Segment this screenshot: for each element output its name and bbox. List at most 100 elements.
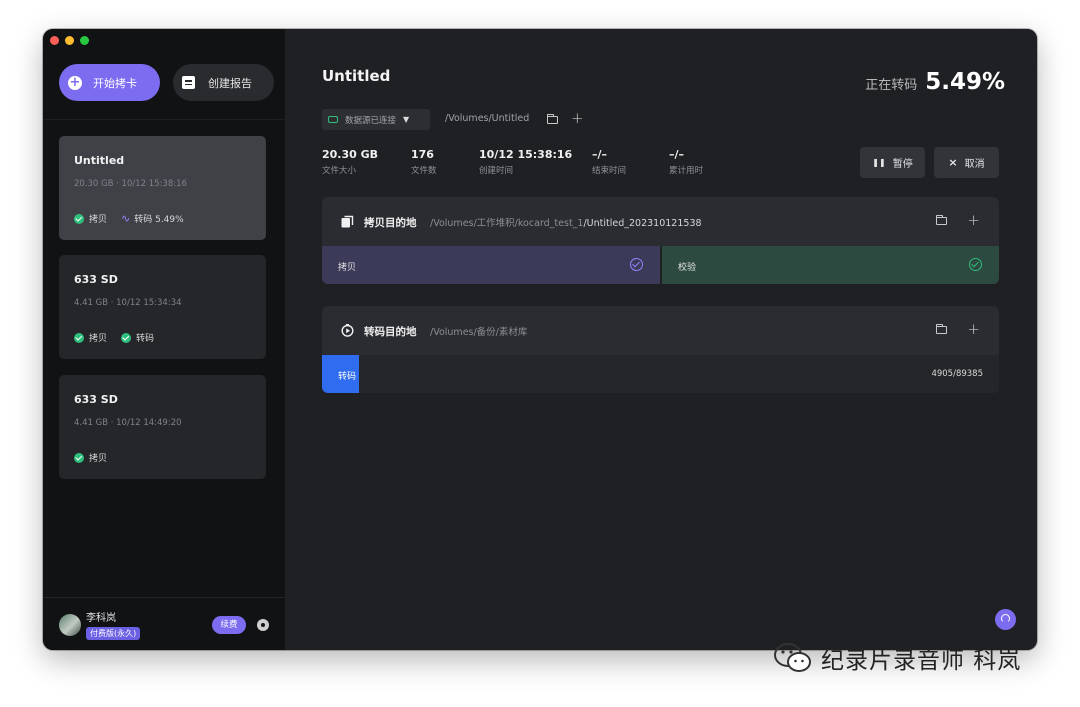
job-card-untitled[interactable]: Untitled 20.30 GB · 10/12 15:38:16 拷贝 ∿ …	[59, 136, 266, 240]
stat-file-size: 20.30 GB 文件大小	[322, 148, 378, 176]
renew-button[interactable]: 续费	[212, 616, 246, 634]
start-copy-button[interactable]: + 开始拷卡	[59, 64, 160, 101]
folder-icon[interactable]	[547, 114, 558, 124]
stat-created: 10/12 15:38:16 创建时间	[479, 148, 572, 176]
stat-label: 文件数	[411, 166, 437, 176]
close-window-icon[interactable]	[50, 36, 59, 45]
sidebar: + 开始拷卡 创建报告 Untitled 20.30 GB · 10/12 15…	[43, 29, 285, 650]
job-card-633sd-2[interactable]: 633 SD 4.41 GB · 10/12 14:49:20 拷贝	[59, 375, 266, 479]
copy-step-label: 拷贝	[338, 263, 357, 273]
pause-icon: ❚❚	[872, 158, 886, 167]
stat-value: 176	[411, 148, 434, 161]
job-card-status: 拷贝	[74, 451, 107, 464]
zoom-window-icon[interactable]	[80, 36, 89, 45]
copy-destination-panel: 拷贝目的地 /Volumes/工作堆积/kocard_test_1/Untitl…	[322, 197, 999, 284]
folder-icon[interactable]	[936, 215, 947, 225]
check-circle-icon	[969, 258, 982, 271]
stat-label: 创建时间	[479, 166, 514, 176]
folder-icon[interactable]	[936, 324, 947, 334]
stat-value: –/–	[669, 148, 685, 161]
status-copy-label: 拷贝	[89, 334, 108, 344]
document-icon	[182, 76, 195, 89]
stat-ended: –/– 结束时间	[592, 148, 626, 176]
source-status-dropdown[interactable]: 数据源已连接 ▼	[322, 109, 430, 130]
source-status-label: 数据源已连接	[345, 115, 397, 126]
copy-path-prefix: /Volumes/工作堆积/kocard_test_1	[430, 218, 584, 229]
check-circle-icon	[74, 452, 84, 463]
create-report-label: 创建报告	[208, 76, 252, 90]
cancel-button[interactable]: × 取消	[934, 147, 999, 178]
status-copy-label: 拷贝	[89, 454, 108, 464]
check-circle-icon	[74, 213, 84, 224]
copy-destination-header: 拷贝目的地 /Volumes/工作堆积/kocard_test_1/Untitl…	[322, 197, 999, 246]
verify-step-label: 校验	[678, 263, 697, 273]
stat-label: 文件大小	[322, 166, 357, 176]
avatar[interactable]	[59, 614, 81, 636]
user-divider	[43, 597, 285, 598]
transcode-destination-panel: 转码目的地 /Volumes/备份/素材库 + 转码 4905/89385	[322, 306, 999, 393]
caret-down-icon: ▼	[403, 115, 410, 124]
copy-icon	[341, 215, 354, 228]
copy-path-suffix: /Untitled_202310121538	[583, 218, 702, 229]
minimize-window-icon[interactable]	[65, 36, 74, 45]
stat-elapsed: –/– 累计用时	[669, 148, 703, 176]
status-transcode-label: 转码	[136, 334, 155, 344]
job-card-title: 633 SD	[74, 273, 118, 286]
transcode-progress-bar: 转码 4905/89385	[322, 355, 999, 393]
create-report-button[interactable]: 创建报告	[173, 64, 274, 101]
copy-destination-title: 拷贝目的地	[364, 217, 417, 229]
sidebar-divider	[43, 119, 285, 120]
app-window: + 开始拷卡 创建报告 Untitled 20.30 GB · 10/12 15…	[43, 29, 1037, 650]
copy-destination-path: /Volumes/工作堆积/kocard_test_1/Untitled_202…	[430, 215, 702, 229]
copy-steps-row: 拷贝 校验	[322, 246, 999, 284]
progress-value: 5.49%	[925, 69, 1005, 95]
wechat-icon	[774, 643, 811, 672]
stat-value: 10/12 15:38:16	[479, 148, 573, 161]
user-name: 李科岚	[86, 613, 116, 624]
stat-file-count: 176 文件数	[411, 148, 437, 176]
job-card-title: Untitled	[74, 154, 125, 167]
status-transcode-label: 转码 5.49%	[134, 215, 184, 225]
main-panel: Untitled 正在转码 5.49% 数据源已连接 ▼ /Volumes/Un…	[285, 29, 1037, 650]
watermark-text: 纪录片录音师 科岚	[821, 648, 1022, 674]
gear-icon[interactable]	[257, 619, 269, 631]
stat-label: 累计用时	[669, 166, 704, 176]
transcode-count: 4905/89385	[931, 369, 983, 379]
drive-icon	[328, 116, 338, 123]
transcode-destination-header: 转码目的地 /Volumes/备份/素材库 +	[322, 306, 999, 355]
check-circle-icon	[74, 332, 84, 343]
cancel-label: 取消	[964, 159, 985, 170]
plus-circle-icon: +	[68, 74, 82, 90]
start-copy-label: 开始拷卡	[93, 76, 137, 90]
check-circle-icon	[121, 332, 132, 343]
plus-icon[interactable]: +	[571, 111, 584, 126]
source-path: /Volumes/Untitled	[445, 113, 530, 124]
headset-icon[interactable]	[995, 609, 1016, 630]
transcode-destination-path: /Volumes/备份/素材库	[430, 327, 528, 338]
transcode-progress: 正在转码 5.49%	[865, 69, 1005, 95]
job-card-status: 拷贝 转码	[74, 331, 154, 344]
page-title: Untitled	[322, 67, 391, 85]
job-card-633sd-1[interactable]: 633 SD 4.41 GB · 10/12 15:34:34 拷贝 转码	[59, 255, 266, 359]
transcode-step-label: 转码	[338, 372, 357, 382]
pause-label: 暂停	[892, 159, 913, 170]
stat-value: 20.30 GB	[322, 148, 379, 161]
check-circle-icon	[630, 258, 643, 271]
plus-icon[interactable]: +	[967, 322, 980, 337]
transcode-destination-title: 转码目的地	[364, 326, 417, 338]
job-card-title: 633 SD	[74, 393, 118, 406]
stat-label: 结束时间	[592, 166, 627, 176]
stat-value: –/–	[592, 148, 608, 161]
transcode-icon	[341, 324, 354, 337]
pulse-icon: ∿	[121, 212, 131, 225]
job-card-info: 4.41 GB · 10/12 14:49:20	[74, 418, 182, 428]
plus-icon[interactable]: +	[967, 213, 980, 228]
job-card-status: 拷贝 ∿ 转码 5.49%	[74, 212, 184, 225]
job-card-info: 4.41 GB · 10/12 15:34:34	[74, 298, 182, 308]
status-copy-label: 拷贝	[89, 215, 108, 225]
job-card-info: 20.30 GB · 10/12 15:38:16	[74, 179, 187, 189]
progress-label: 正在转码	[865, 78, 918, 93]
close-icon: ×	[948, 156, 958, 169]
pause-button[interactable]: ❚❚ 暂停	[860, 147, 925, 178]
watermark: 纪录片录音师 科岚	[773, 641, 1021, 675]
